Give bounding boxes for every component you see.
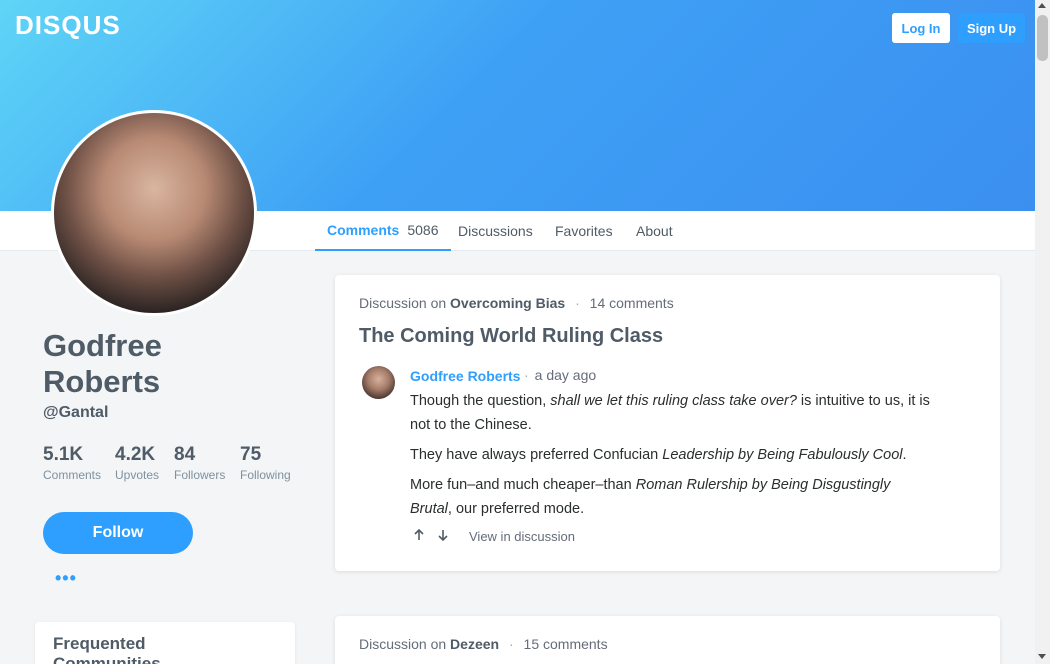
- follow-button[interactable]: Follow: [43, 512, 193, 554]
- frequented-communities-card: Frequented Communities: [35, 622, 295, 664]
- scrollbar-thumb[interactable]: [1037, 15, 1048, 61]
- stat-comments-value: 5.1K: [43, 444, 84, 465]
- more-options-icon[interactable]: •••: [55, 568, 77, 589]
- downvote-icon[interactable]: [437, 529, 449, 544]
- comment-card: Discussion on Dezeen · 15 comments: [335, 616, 1000, 664]
- profile-avatar: [51, 110, 257, 316]
- profile-name: Godfree Roberts: [43, 328, 162, 399]
- disqus-logo[interactable]: DISQUS: [15, 10, 121, 41]
- comment-text: , our preferred mode.: [447, 501, 585, 517]
- stat-upvotes-value: 4.2K: [115, 444, 156, 465]
- separator-dot: ·: [575, 295, 580, 311]
- scrollbar[interactable]: [1035, 0, 1050, 664]
- tab-about[interactable]: About: [636, 211, 673, 251]
- comment-text: Though the question,: [410, 393, 551, 409]
- discussion-prefix: Discussion on: [359, 295, 447, 311]
- tab-favorites[interactable]: Favorites: [555, 211, 613, 251]
- comments-count-link[interactable]: 14 comments: [590, 295, 674, 311]
- tab-discussions[interactable]: Discussions: [458, 211, 533, 251]
- stat-following-label: Following: [240, 468, 291, 482]
- login-button[interactable]: Log In: [892, 13, 950, 43]
- frequented-communities-title: Frequented Communities: [53, 634, 161, 664]
- comment-time-text: a day ago: [534, 367, 597, 383]
- community-link[interactable]: Overcoming Bias: [450, 295, 565, 311]
- signup-button[interactable]: Sign Up: [958, 13, 1025, 43]
- comment-time[interactable]: · a day ago: [524, 367, 596, 383]
- tab-comments-label: Comments: [327, 222, 400, 238]
- comment-text-italic: Leadership by Being Fabulously Cool: [662, 447, 903, 463]
- discussion-meta: Discussion on Overcoming Bias · 14 comme…: [359, 295, 674, 311]
- separator-dot: ·: [508, 636, 514, 652]
- stat-followers-label: Followers: [174, 468, 226, 482]
- comment-text: They have always preferred Confucian: [410, 447, 663, 463]
- stat-comments[interactable]: 5.1K Comments: [43, 444, 101, 482]
- comment-author-avatar[interactable]: [362, 366, 395, 399]
- profile-handle: @Gantal: [43, 404, 109, 421]
- community-link[interactable]: Dezeen: [450, 636, 499, 652]
- vote-bar: View in discussion: [413, 528, 575, 544]
- discussion-meta: Discussion on Dezeen · 15 comments: [359, 636, 608, 652]
- stat-comments-label: Comments: [43, 468, 102, 482]
- view-in-discussion-link[interactable]: View in discussion: [469, 529, 575, 544]
- thread-title[interactable]: The Coming World Ruling Class: [359, 325, 663, 348]
- discussion-prefix: Discussion on: [359, 636, 447, 652]
- scroll-down-icon[interactable]: [1038, 654, 1046, 659]
- stat-following[interactable]: 75 Following: [240, 444, 291, 482]
- comment-text: .: [902, 447, 907, 463]
- tab-comments[interactable]: Comments 5086: [315, 211, 451, 251]
- scroll-up-icon[interactable]: [1038, 3, 1046, 8]
- tab-comments-count: 5086: [407, 222, 439, 238]
- stat-followers-value: 84: [174, 444, 196, 465]
- separator-dot: ·: [524, 367, 529, 383]
- comment-text: More fun–and much cheaper–than: [410, 477, 636, 493]
- upvote-icon[interactable]: [413, 528, 425, 544]
- comment-card: Discussion on Overcoming Bias · 14 comme…: [335, 275, 1000, 571]
- stat-following-value: 75: [240, 444, 262, 465]
- stat-followers[interactable]: 84 Followers: [174, 444, 225, 482]
- comment-body: Though the question, shall we let this r…: [410, 389, 935, 527]
- stat-upvotes: 4.2K Upvotes: [115, 444, 159, 482]
- comment-author[interactable]: Godfree Roberts: [410, 368, 520, 384]
- stat-upvotes-label: Upvotes: [115, 468, 160, 482]
- comments-count-link[interactable]: 15 comments: [524, 636, 608, 652]
- comment-text-italic: shall we let this ruling class take over…: [550, 393, 797, 409]
